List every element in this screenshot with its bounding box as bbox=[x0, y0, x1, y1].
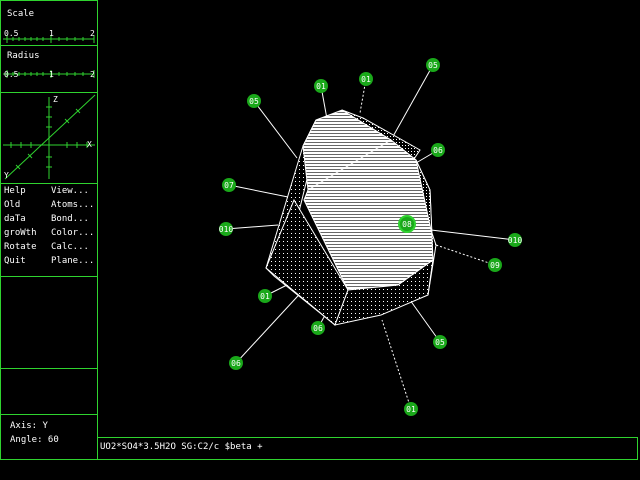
scale-tick-max: 2 bbox=[90, 29, 95, 38]
face-label-06-lowerleft: 06 bbox=[229, 356, 243, 370]
status-angle: Angle: 60 bbox=[10, 435, 59, 445]
face-label-01-top: 01 bbox=[314, 79, 328, 93]
face-label-05-bottomright: 05 bbox=[433, 335, 447, 349]
command-line-text: UO2*SO4*3.5H2O SG:C2/c $beta + bbox=[100, 442, 263, 452]
face-label-06-bottom: 06 bbox=[311, 321, 325, 335]
radius-label: Radius bbox=[7, 51, 40, 61]
menu-help[interactable]: Help bbox=[4, 186, 26, 196]
menu-panel: Help Old daTa groWth Rotate Quit View...… bbox=[0, 183, 98, 277]
menu-old[interactable]: Old bbox=[4, 200, 20, 210]
svg-text:09: 09 bbox=[490, 261, 500, 270]
scale-panel: Scale 0.5 1 2 bbox=[0, 0, 98, 46]
face-label-01-top2: 01 bbox=[359, 72, 373, 86]
face-label-05-topright: 05 bbox=[426, 58, 440, 72]
menu-color[interactable]: Color... bbox=[51, 228, 94, 238]
radius-tick-max: 2 bbox=[90, 70, 95, 79]
face-label-06-right: 06 bbox=[431, 143, 445, 157]
svg-text:01: 01 bbox=[316, 82, 326, 91]
axes-panel[interactable]: Z X Y bbox=[0, 92, 98, 184]
menu-bond[interactable]: Bond... bbox=[51, 214, 89, 224]
face-label-010-left: 010 bbox=[219, 222, 234, 236]
svg-text:05: 05 bbox=[249, 97, 259, 106]
radius-tick-mid: 1 bbox=[49, 70, 54, 79]
svg-text:010: 010 bbox=[219, 225, 234, 234]
info-panel bbox=[0, 276, 98, 369]
command-line[interactable]: UO2*SO4*3.5H2O SG:C2/c $beta + bbox=[97, 437, 638, 460]
svg-text:01: 01 bbox=[406, 405, 416, 414]
face-label-01-bottom: 01 bbox=[404, 402, 418, 416]
scale-tick-mid: 1 bbox=[49, 29, 54, 38]
status-panel: Axis: Y Angle: 60 bbox=[0, 414, 98, 460]
status-axis: Axis: Y bbox=[10, 421, 48, 431]
svg-text:06: 06 bbox=[313, 324, 323, 333]
svg-text:01: 01 bbox=[361, 75, 371, 84]
menu-calc[interactable]: Calc... bbox=[51, 242, 89, 252]
info-panel-2 bbox=[0, 368, 98, 415]
svg-text:06: 06 bbox=[433, 146, 443, 155]
axes-gizmo bbox=[3, 94, 96, 180]
svg-text:05: 05 bbox=[435, 338, 445, 347]
axis-y-label: Y bbox=[4, 171, 9, 180]
svg-text:01: 01 bbox=[260, 292, 270, 301]
crystal-viewport[interactable]: 01 01 05 05 06 07 010 08 010 09 01 06 06… bbox=[98, 0, 640, 437]
face-label-05-topleft: 05 bbox=[247, 94, 261, 108]
menu-plane[interactable]: Plane... bbox=[51, 256, 94, 266]
menu-atoms[interactable]: Atoms... bbox=[51, 200, 94, 210]
radius-panel: Radius 0.5 1 2 bbox=[0, 45, 98, 93]
menu-growth[interactable]: groWth bbox=[4, 228, 37, 238]
face-label-07: 07 bbox=[222, 178, 236, 192]
menu-rotate[interactable]: Rotate bbox=[4, 242, 37, 252]
face-label-01-lowerleft: 01 bbox=[258, 289, 272, 303]
radius-tick-min: 0.5 bbox=[4, 70, 19, 79]
svg-text:06: 06 bbox=[231, 359, 241, 368]
face-label-09: 09 bbox=[488, 258, 502, 272]
menu-quit[interactable]: Quit bbox=[4, 256, 26, 266]
axis-x-label: X bbox=[87, 140, 92, 149]
svg-text:07: 07 bbox=[224, 181, 234, 190]
face-label-010-right: 010 bbox=[508, 233, 523, 247]
scale-label: Scale bbox=[7, 9, 35, 19]
scale-tick-min: 0.5 bbox=[4, 29, 19, 38]
svg-text:08: 08 bbox=[402, 220, 412, 229]
axis-z-label: Z bbox=[53, 95, 58, 104]
menu-data[interactable]: daTa bbox=[4, 214, 26, 224]
face-label-08-center: 08 bbox=[398, 215, 416, 233]
svg-text:010: 010 bbox=[508, 236, 523, 245]
svg-text:05: 05 bbox=[428, 61, 438, 70]
menu-view[interactable]: View... bbox=[51, 186, 89, 196]
